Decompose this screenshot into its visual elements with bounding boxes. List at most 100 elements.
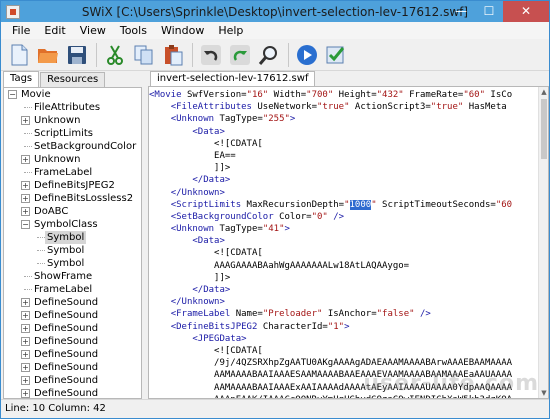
tree-item[interactable]: + DefineSound — [4, 309, 141, 322]
code-line: <![CDATA[ — [149, 138, 539, 150]
code-area[interactable]: <Movie SwfVersion="16" Width="700" Heigh… — [149, 89, 539, 398]
menu-tools[interactable]: Tools — [113, 24, 154, 37]
tree-item[interactable]: + DefineSound — [4, 387, 141, 398]
toolbar-separator — [288, 42, 289, 67]
title-bar[interactable]: SWiX [C:\Users\Sprinkle\Desktop\invert-s… — [1, 1, 549, 22]
run-button[interactable] — [293, 41, 321, 69]
code-line: AAAGAAAABAahWgAAAAAAALw18AtLAQAAygo= — [149, 260, 539, 272]
maximize-button[interactable]: ☐ — [475, 1, 503, 22]
expand-icon[interactable]: + — [21, 194, 30, 203]
tree-item[interactable]: − Movie — [4, 88, 141, 101]
code-token: </Data> — [192, 285, 231, 295]
undo-button[interactable] — [197, 41, 225, 69]
expand-icon[interactable]: + — [21, 337, 30, 346]
close-button[interactable]: ✕ — [503, 1, 549, 22]
paste-button[interactable] — [159, 41, 187, 69]
tags-panel: Tags Resources − Movie FileAttributes + Unkn… — [3, 71, 142, 399]
tree-item[interactable]: + DefineBitsJPEG2 — [4, 179, 141, 192]
tree-item[interactable]: + Unknown — [4, 153, 141, 166]
tree-guide — [24, 172, 32, 173]
code-line: </Unknown> — [149, 296, 539, 308]
tree-item[interactable]: FileAttributes — [4, 101, 141, 114]
code-line: </Unknown> — [149, 187, 539, 199]
tree-item[interactable]: FrameLabel — [4, 283, 141, 296]
collapse-icon[interactable]: − — [21, 220, 30, 229]
code-line: <JPEGData> — [149, 333, 539, 345]
code-token: <ScriptLimits — [170, 199, 247, 210]
scroll-thumb[interactable] — [541, 99, 547, 159]
tree-item[interactable]: + DefineSound — [4, 361, 141, 374]
xml-editor[interactable]: <Movie SwfVersion="16" Width="700" Heigh… — [148, 86, 549, 399]
open-button[interactable] — [34, 41, 62, 69]
code-token: ActionScript3= — [349, 102, 431, 113]
expand-icon[interactable]: + — [21, 389, 30, 398]
new-file-button[interactable] — [5, 41, 33, 69]
tree-item-label: DoABC — [34, 206, 69, 217]
tree-item[interactable]: + DefineSound — [4, 374, 141, 387]
tree-item[interactable]: SetBackgroundColor — [4, 140, 141, 153]
collapse-icon[interactable]: − — [8, 90, 17, 99]
tree-item[interactable]: + DefineSound — [4, 348, 141, 361]
redo-button[interactable] — [226, 41, 254, 69]
tree-item[interactable]: + Unknown — [4, 114, 141, 127]
menu-window[interactable]: Window — [154, 24, 211, 37]
minimize-button[interactable]: — — [447, 1, 475, 22]
tab-document[interactable]: invert-selection-lev-17612.swf — [150, 71, 316, 86]
tree-item[interactable]: Symbol — [4, 231, 141, 244]
tree-item-label: Symbol — [45, 231, 87, 244]
tree-item[interactable]: ScriptLimits — [4, 127, 141, 140]
cut-button[interactable] — [101, 41, 129, 69]
tree-item[interactable]: ShowFrame — [4, 270, 141, 283]
tree-item[interactable]: + DefineBitsLossless2 — [4, 192, 141, 205]
validate-button[interactable] — [322, 41, 350, 69]
save-button[interactable] — [63, 41, 91, 69]
tag-tree[interactable]: − Movie FileAttributes + Unknown ScriptLimits… — [3, 87, 142, 399]
tab-tags[interactable]: Tags — [3, 71, 40, 87]
code-token: <DefineBitsJPEG2 — [170, 321, 263, 332]
tree-guide — [24, 107, 32, 108]
expand-icon[interactable]: + — [21, 298, 30, 307]
tree-item[interactable]: Symbol — [4, 257, 141, 270]
code-token: Name= — [235, 309, 263, 320]
expand-icon[interactable]: + — [21, 116, 30, 125]
tree-item-label: DefineSound — [34, 297, 99, 308]
tree-item[interactable]: + DefineSound — [4, 322, 141, 335]
scroll-up-icon[interactable]: ▲ — [539, 87, 548, 97]
tree-item[interactable]: − SymbolClass — [4, 218, 141, 231]
expand-icon[interactable]: + — [21, 350, 30, 359]
tree-item[interactable]: + DefineSound — [4, 296, 141, 309]
code-token: "700" — [306, 90, 334, 100]
code-line: <Data> — [149, 126, 539, 138]
cut-icon — [107, 44, 123, 65]
copy-icon — [134, 45, 153, 64]
menu-edit[interactable]: Edit — [37, 24, 72, 37]
expand-icon[interactable]: + — [21, 155, 30, 164]
tab-resources[interactable]: Resources — [40, 72, 106, 87]
tree-item[interactable]: Symbol — [4, 244, 141, 257]
menu-view[interactable]: View — [73, 24, 113, 37]
vertical-scrollbar[interactable]: ▲ ▼ — [538, 87, 548, 398]
code-token: 1000 — [349, 199, 372, 210]
menu-file[interactable]: File — [5, 24, 37, 37]
expand-icon[interactable]: + — [21, 363, 30, 372]
new-file-icon — [11, 44, 28, 65]
expand-icon[interactable]: + — [21, 181, 30, 190]
tree-item[interactable]: + DefineSound — [4, 335, 141, 348]
tree-item[interactable]: FrameLabel — [4, 166, 141, 179]
open-folder-icon — [38, 48, 58, 63]
find-button[interactable] — [255, 41, 283, 69]
expand-icon[interactable]: + — [21, 324, 30, 333]
copy-button[interactable] — [130, 41, 158, 69]
expand-icon[interactable]: + — [21, 376, 30, 385]
expand-icon[interactable]: + — [21, 311, 30, 320]
scroll-down-icon[interactable]: ▼ — [539, 388, 548, 398]
expand-icon[interactable]: + — [21, 207, 30, 216]
menu-help[interactable]: Help — [211, 24, 250, 37]
tree-item[interactable]: + DoABC — [4, 205, 141, 218]
tree-guide — [24, 146, 32, 147]
